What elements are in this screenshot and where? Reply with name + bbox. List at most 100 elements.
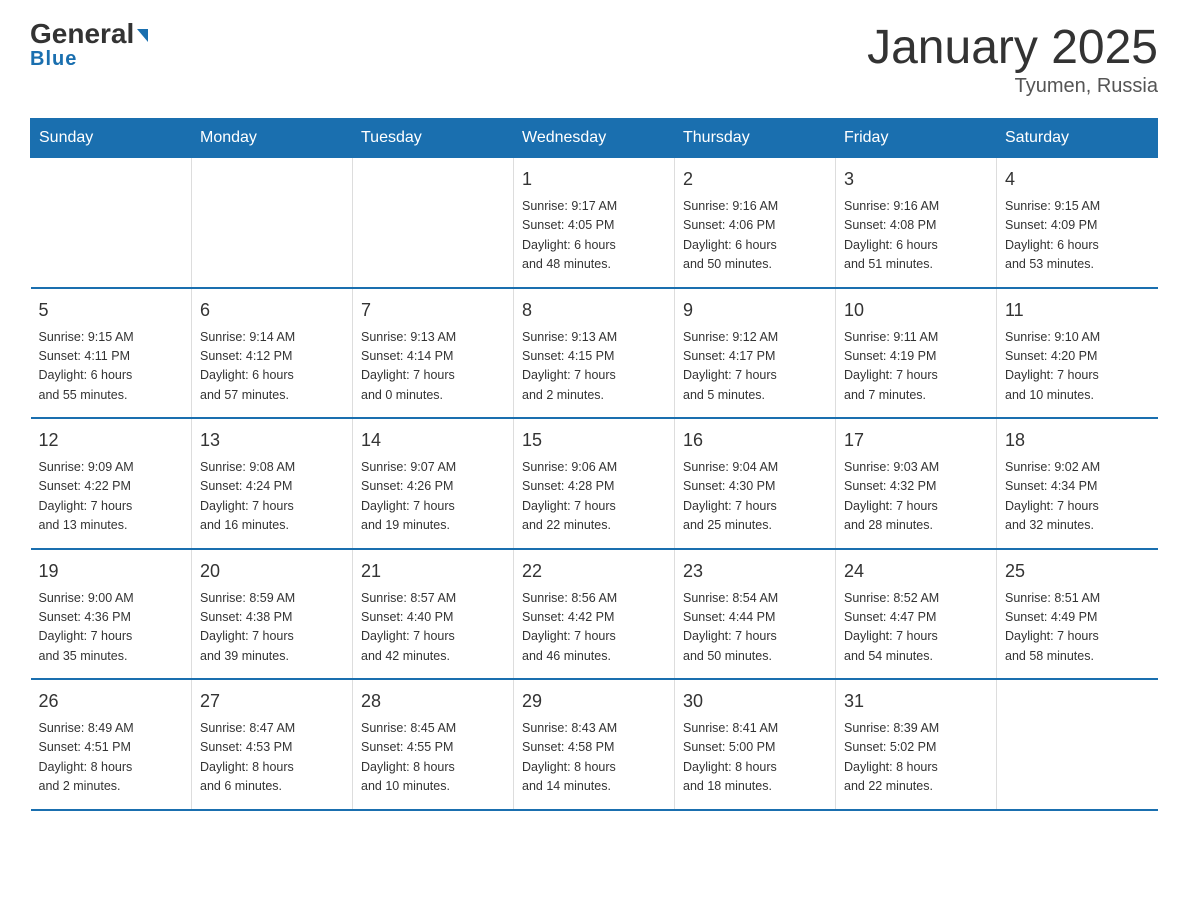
calendar-cell: 21 Sunrise: 8:57 AMSunset: 4:40 PMDayligh… (353, 549, 514, 680)
day-info: Sunrise: 9:03 AMSunset: 4:32 PMDaylight:… (844, 458, 988, 536)
calendar-week-1: 1Sunrise: 9:17 AMSunset: 4:05 PMDaylight… (31, 158, 1158, 288)
day-header-monday: Monday (192, 119, 353, 158)
day-header-sunday: Sunday (31, 119, 192, 158)
calendar-cell: 25 Sunrise: 8:51 AMSunset: 4:49 PMDayligh… (997, 549, 1158, 680)
calendar-cell (997, 679, 1158, 810)
day-header-saturday: Saturday (997, 119, 1158, 158)
calendar-week-3: 12Sunrise: 9:09 AMSunset: 4:22 PMDayligh… (31, 418, 1158, 549)
day-info: Sunrise: 9:04 AMSunset: 4:30 PMDaylight:… (683, 458, 827, 536)
calendar-cell: 5 Sunrise: 9:15 AMSunset: 4:11 PMDaylight… (31, 288, 192, 419)
day-info: Sunrise: 9:14 AMSunset: 4:12 PMDaylight:… (200, 328, 344, 406)
day-info: Sunrise: 8:43 AMSunset: 4:58 PMDaylight:… (522, 719, 666, 797)
day-info: Sunrise: 9:00 AMSunset: 4:36 PMDaylight:… (39, 589, 184, 667)
day-info: Sunrise: 9:16 AMSunset: 4:08 PMDaylight:… (844, 197, 988, 275)
day-number: 6 (200, 297, 344, 324)
day-header-friday: Friday (836, 119, 997, 158)
logo: General Blue (30, 20, 148, 71)
calendar-cell: 19 Sunrise: 9:00 AMSunset: 4:36 PMDayligh… (31, 549, 192, 680)
day-info: Sunrise: 9:08 AMSunset: 4:24 PMDaylight:… (200, 458, 344, 536)
day-number: 31 (844, 688, 988, 715)
calendar-cell: 23Sunrise: 8:54 AMSunset: 4:44 PMDayligh… (675, 549, 836, 680)
calendar-table: SundayMondayTuesdayWednesdayThursdayFrid… (30, 118, 1158, 811)
calendar-week-5: 26Sunrise: 8:49 AMSunset: 4:51 PMDayligh… (31, 679, 1158, 810)
day-number: 19 (39, 558, 184, 585)
calendar-cell: 27 Sunrise: 8:47 AMSunset: 4:53 PMDayligh… (192, 679, 353, 810)
day-number: 11 (1005, 297, 1150, 324)
calendar-cell: 13 Sunrise: 9:08 AMSunset: 4:24 PMDayligh… (192, 418, 353, 549)
day-info: Sunrise: 8:52 AMSunset: 4:47 PMDaylight:… (844, 589, 988, 667)
calendar-cell: 28 Sunrise: 8:45 AMSunset: 4:55 PMDayligh… (353, 679, 514, 810)
day-number: 24 (844, 558, 988, 585)
calendar-cell (192, 158, 353, 288)
calendar-cell (31, 158, 192, 288)
calendar-cell: 15 Sunrise: 9:06 AMSunset: 4:28 PMDayligh… (514, 418, 675, 549)
calendar-cell: 2 Sunrise: 9:16 AMSunset: 4:06 PMDaylight… (675, 158, 836, 288)
calendar-week-4: 19 Sunrise: 9:00 AMSunset: 4:36 PMDayligh… (31, 549, 1158, 680)
calendar-cell: 22 Sunrise: 8:56 AMSunset: 4:42 PMDayligh… (514, 549, 675, 680)
calendar-cell: 20Sunrise: 8:59 AMSunset: 4:38 PMDayligh… (192, 549, 353, 680)
day-info: Sunrise: 9:11 AMSunset: 4:19 PMDaylight:… (844, 328, 988, 406)
day-number: 5 (39, 297, 184, 324)
calendar-cell (353, 158, 514, 288)
day-info: Sunrise: 9:15 AMSunset: 4:09 PMDaylight:… (1005, 197, 1150, 275)
day-number: 16 (683, 427, 827, 454)
day-info: Sunrise: 9:13 AMSunset: 4:15 PMDaylight:… (522, 328, 666, 406)
day-info: Sunrise: 9:15 AMSunset: 4:11 PMDaylight:… (39, 328, 184, 406)
calendar-cell: 10 Sunrise: 9:11 AMSunset: 4:19 PMDayligh… (836, 288, 997, 419)
logo-name: General (30, 20, 148, 48)
day-number: 4 (1005, 166, 1150, 193)
day-info: Sunrise: 9:13 AMSunset: 4:14 PMDaylight:… (361, 328, 505, 406)
calendar-cell: 30 Sunrise: 8:41 AMSunset: 5:00 PMDayligh… (675, 679, 836, 810)
main-title: January 2025 (867, 20, 1158, 75)
day-number: 21 (361, 558, 505, 585)
calendar-body: 1Sunrise: 9:17 AMSunset: 4:05 PMDaylight… (31, 158, 1158, 810)
day-info: Sunrise: 9:02 AMSunset: 4:34 PMDaylight:… (1005, 458, 1150, 536)
day-number: 26 (39, 688, 184, 715)
day-number: 15 (522, 427, 666, 454)
day-number: 27 (200, 688, 344, 715)
calendar-cell: 9Sunrise: 9:12 AMSunset: 4:17 PMDaylight… (675, 288, 836, 419)
calendar-cell: 6 Sunrise: 9:14 AMSunset: 4:12 PMDaylight… (192, 288, 353, 419)
day-info: Sunrise: 8:56 AMSunset: 4:42 PMDaylight:… (522, 589, 666, 667)
day-number: 28 (361, 688, 505, 715)
calendar-cell: 24 Sunrise: 8:52 AMSunset: 4:47 PMDayligh… (836, 549, 997, 680)
day-number: 7 (361, 297, 505, 324)
day-info: Sunrise: 8:51 AMSunset: 4:49 PMDaylight:… (1005, 589, 1150, 667)
calendar-cell: 7 Sunrise: 9:13 AMSunset: 4:14 PMDaylight… (353, 288, 514, 419)
calendar-cell: 31 Sunrise: 8:39 AMSunset: 5:02 PMDayligh… (836, 679, 997, 810)
day-number: 25 (1005, 558, 1150, 585)
day-number: 30 (683, 688, 827, 715)
day-number: 13 (200, 427, 344, 454)
day-info: Sunrise: 9:16 AMSunset: 4:06 PMDaylight:… (683, 197, 827, 275)
day-info: Sunrise: 9:17 AMSunset: 4:05 PMDaylight:… (522, 197, 666, 275)
day-info: Sunrise: 9:10 AMSunset: 4:20 PMDaylight:… (1005, 328, 1150, 406)
calendar-cell: 14Sunrise: 9:07 AMSunset: 4:26 PMDayligh… (353, 418, 514, 549)
calendar-cell: 4 Sunrise: 9:15 AMSunset: 4:09 PMDaylight… (997, 158, 1158, 288)
logo-blue: Blue (30, 48, 77, 71)
day-number: 22 (522, 558, 666, 585)
day-info: Sunrise: 8:45 AMSunset: 4:55 PMDaylight:… (361, 719, 505, 797)
day-number: 18 (1005, 427, 1150, 454)
day-number: 9 (683, 297, 827, 324)
calendar-cell: 18 Sunrise: 9:02 AMSunset: 4:34 PMDayligh… (997, 418, 1158, 549)
day-number: 2 (683, 166, 827, 193)
day-number: 12 (39, 427, 184, 454)
calendar-cell: 8 Sunrise: 9:13 AMSunset: 4:15 PMDaylight… (514, 288, 675, 419)
subtitle: Tyumen, Russia (867, 75, 1158, 98)
title-block: January 2025 Tyumen, Russia (867, 20, 1158, 98)
day-info: Sunrise: 8:41 AMSunset: 5:00 PMDaylight:… (683, 719, 827, 797)
day-info: Sunrise: 8:39 AMSunset: 5:02 PMDaylight:… (844, 719, 988, 797)
day-number: 17 (844, 427, 988, 454)
calendar-cell: 12Sunrise: 9:09 AMSunset: 4:22 PMDayligh… (31, 418, 192, 549)
day-info: Sunrise: 8:57 AMSunset: 4:40 PMDaylight:… (361, 589, 505, 667)
calendar-cell: 16 Sunrise: 9:04 AMSunset: 4:30 PMDayligh… (675, 418, 836, 549)
day-number: 14 (361, 427, 505, 454)
calendar-cell: 26Sunrise: 8:49 AMSunset: 4:51 PMDayligh… (31, 679, 192, 810)
day-number: 8 (522, 297, 666, 324)
day-info: Sunrise: 8:47 AMSunset: 4:53 PMDaylight:… (200, 719, 344, 797)
day-info: Sunrise: 9:06 AMSunset: 4:28 PMDaylight:… (522, 458, 666, 536)
days-of-week-row: SundayMondayTuesdayWednesdayThursdayFrid… (31, 119, 1158, 158)
calendar-cell: 1Sunrise: 9:17 AMSunset: 4:05 PMDaylight… (514, 158, 675, 288)
day-number: 10 (844, 297, 988, 324)
day-number: 23 (683, 558, 827, 585)
